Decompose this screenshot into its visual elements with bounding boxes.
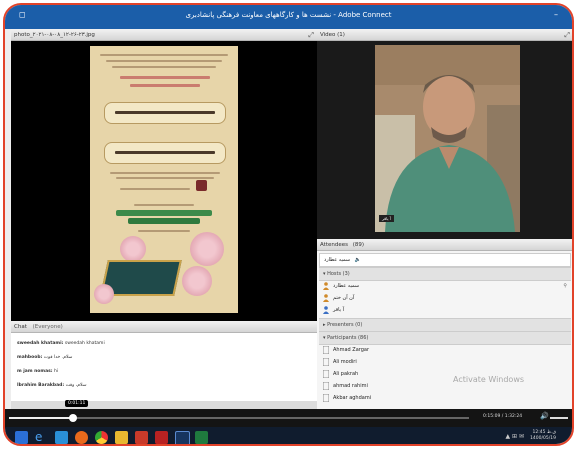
webcam-video: آ یاقر [375, 45, 520, 232]
share-pod: photo_۲۰۲۱-۰۸-۰۸_۱۲-۲۶-۲۳.jpg ⤢ Chat (Ev… [11, 29, 317, 409]
app-window: نشست ها و کارگاههای معاونت فرهنگی پانشاد… [3, 3, 574, 446]
participant-row[interactable]: ahmad rahimi [319, 380, 571, 392]
host-user-icon [323, 306, 329, 314]
seek-progress [9, 417, 73, 419]
system-tray-icons[interactable]: ▲ ⊞ ✉ [506, 433, 524, 440]
attendees-pod-header: Attendees (89) [317, 239, 572, 251]
system-clock[interactable]: 12:45 ق.ظ 1400/05/19 [530, 430, 556, 442]
attendees-title: Attendees [320, 242, 348, 248]
seek-handle[interactable] [69, 414, 77, 422]
maximize-button[interactable]: ◻ [19, 10, 26, 19]
video-pod-header: Video (1) ⤢ [317, 29, 572, 41]
chat-pod-header: Chat (Everyone) [11, 321, 317, 333]
volume-slider[interactable] [550, 417, 568, 419]
user-icon [323, 394, 329, 402]
shared-image-area [11, 41, 317, 321]
participant-row[interactable]: Ali pakrah [319, 368, 571, 380]
chat-title: Chat [14, 324, 27, 330]
participants-section[interactable]: ▾ Participants (86) [319, 331, 571, 345]
mail-icon[interactable] [55, 431, 68, 444]
host-user-icon [323, 294, 329, 302]
chat-scope[interactable]: (Everyone) [33, 324, 63, 330]
host-user-icon [323, 282, 329, 290]
share-pod-title: photo_۲۰۲۱-۰۸-۰۸_۱۲-۲۶-۲۳.jpg [14, 32, 95, 38]
seek-track[interactable] [9, 417, 469, 419]
speaker-icon: 🔈 [354, 257, 361, 263]
playback-seekbar[interactable]: 0:01:11 0:15:09 / 1:32:24 🔊 [5, 400, 572, 427]
user-icon [323, 370, 329, 378]
start-icon[interactable] [15, 431, 28, 444]
acrobat-icon[interactable] [135, 431, 148, 444]
chat-message: Ibrahim Barakbad: سلام، وقت [17, 383, 87, 388]
user-icon [323, 358, 329, 366]
hosts-section[interactable]: ▾ Hosts (3) [319, 267, 571, 281]
seek-tooltip: 0:01:11 [65, 400, 89, 407]
fullscreen-icon[interactable]: ⤢ [308, 29, 314, 41]
share-pod-header: photo_۲۰۲۱-۰۸-۰۸_۱۲-۲۶-۲۳.jpg ⤢ [11, 29, 317, 41]
title-bar: نشست ها و کارگاههای معاونت فرهنگی پانشاد… [5, 5, 572, 29]
playback-time: 0:15:09 / 1:32:24 [483, 414, 523, 419]
speaker-video-frame [375, 45, 520, 232]
participant-row[interactable]: Akbar aghdami [319, 392, 571, 404]
video-pod: Video (1) ⤢ آ یاقر Attendees (89) سمیه ع… [317, 29, 572, 409]
excel-icon[interactable] [195, 431, 208, 444]
attendees-pod: Attendees (89) سمیه عطارد 🔈 ▾ Hosts (3) … [317, 239, 572, 409]
chat-message: sweedah khatami: sweedah khatami [17, 341, 105, 346]
user-icon [323, 346, 329, 354]
windows-taskbar: e 12:45 ق.ظ 1400/05/19 ▲ ⊞ ✉ [5, 427, 572, 444]
presenters-section[interactable]: ▸ Presenters (0) [319, 318, 571, 332]
participant-row[interactable]: Ali modiri [319, 356, 571, 368]
firefox-icon[interactable] [75, 431, 88, 444]
adobe-connect-icon[interactable] [155, 431, 168, 444]
activate-windows-watermark: Activate Windows [453, 375, 525, 384]
edge-browser-icon[interactable]: e [35, 431, 48, 444]
poster-logo-icon [196, 180, 207, 191]
attendee-row[interactable]: آن آن ختم [319, 292, 571, 304]
volume-icon[interactable]: 🔊 [540, 412, 549, 420]
shared-poster-image [90, 46, 238, 313]
attendee-row[interactable]: آ یاقر [319, 304, 571, 316]
user-icon [323, 382, 329, 390]
pin-icon: ⚲ [563, 283, 567, 289]
video-area: آ یاقر [317, 41, 572, 239]
chrome-icon[interactable] [95, 431, 108, 444]
participant-row[interactable]: Ahmad Zargar [319, 344, 571, 356]
attendees-count: (89) [352, 242, 365, 248]
active-speakers-bar[interactable]: سمیه عطارد 🔈 [319, 253, 571, 267]
chat-pod: Chat (Everyone) sweedah khatami: sweedah… [11, 321, 317, 401]
chat-message: mahboob: سلام. خدا قوت [17, 355, 73, 360]
speaker-name-tag: آ یاقر [379, 215, 394, 222]
minimize-button[interactable]: – [554, 10, 558, 19]
chat-message: m jam nomas: hi [17, 369, 59, 374]
fullscreen-icon[interactable]: ⤢ [564, 29, 570, 41]
app-icon[interactable] [175, 431, 190, 444]
file-explorer-icon[interactable] [115, 431, 128, 444]
window-title: نشست ها و کارگاههای معاونت فرهنگی پانشاد… [185, 11, 392, 19]
attendee-row[interactable]: سمیه عطارد ⚲ [319, 280, 571, 292]
video-pod-title: Video (1) [320, 32, 345, 38]
